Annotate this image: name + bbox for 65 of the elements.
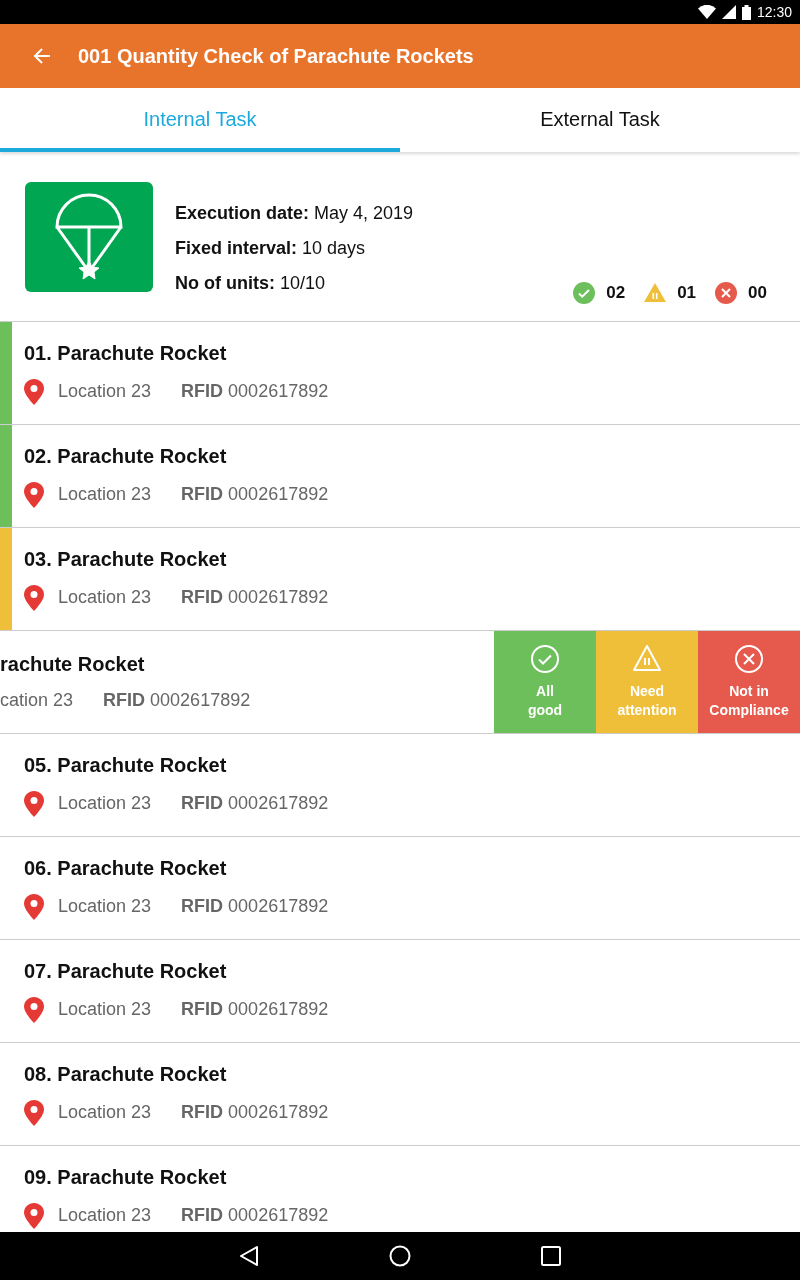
item-title: 01. Parachute Rocket (24, 341, 228, 365)
swipe-action-button[interactable]: Not in Compliance (698, 631, 800, 733)
list-row[interactable]: rachute Rocket cation 23 RFID 0002617892 All good Need attention Not in Compliance (0, 631, 800, 734)
item-location: Location 23 (58, 1102, 152, 1123)
location-pin-icon (24, 584, 44, 611)
item-location: Location 23 (58, 999, 152, 1020)
item-title: 03. Parachute Rocket (24, 547, 228, 571)
battery-icon (741, 4, 751, 20)
status-count: 01 (677, 283, 697, 303)
check-circle-icon (572, 281, 597, 305)
item-rfid: RFID 0002617892 (181, 999, 329, 1020)
item-rfid: RFID 0002617892 (181, 1205, 329, 1226)
list-row[interactable]: 05. Parachute Rocket Location 23 RFID 0002617892 (0, 734, 800, 837)
list-row[interactable]: 06. Parachute Rocket Location 23 RFID 0002617892 (0, 837, 800, 940)
back-arrow-icon (33, 47, 51, 65)
list-row[interactable]: 01. Parachute Rocket Location 23 RFID 0002617892 (0, 322, 800, 425)
list-row[interactable]: 08. Parachute Rocket Location 23 RFID 0002617892 (0, 1043, 800, 1146)
item-title: 09. Parachute Rocket (24, 1165, 228, 1189)
item-location: cation 23 (0, 690, 74, 711)
location-pin-icon (24, 996, 44, 1023)
tab[interactable]: External Task (400, 88, 800, 152)
item-location: Location 23 (58, 896, 152, 917)
item-location: Location 23 (58, 484, 152, 505)
wifi-icon (697, 5, 716, 19)
item-rfid: RFID 0002617892 (181, 896, 329, 917)
recents-nav-icon[interactable] (541, 1246, 561, 1266)
item-rfid: RFID 0002617892 (103, 690, 251, 711)
status-count: 02 (606, 283, 626, 303)
status-time: 12:30 (756, 4, 792, 20)
home-nav-icon[interactable] (389, 1245, 411, 1267)
item-rfid: RFID 0002617892 (181, 1102, 329, 1123)
close-circle-icon (734, 644, 764, 674)
location-pin-icon (24, 481, 44, 508)
item-location: Location 23 (58, 381, 152, 402)
item-location: Location 23 (58, 1205, 152, 1226)
item-rfid: RFID 0002617892 (181, 793, 329, 814)
item-location: Location 23 (58, 587, 152, 608)
list-row[interactable]: 02. Parachute Rocket Location 23 RFID 0002617892 (0, 425, 800, 528)
item-title: rachute Rocket (0, 653, 146, 676)
item-rfid: RFID 0002617892 (181, 484, 329, 505)
summary-field: Fixed interval: 10 days (175, 238, 414, 259)
back-nav-icon[interactable] (239, 1245, 259, 1267)
status-count: 00 (748, 283, 767, 303)
summary-field: Execution date: May 4, 2019 (175, 203, 414, 224)
item-rfid: RFID 0002617892 (181, 381, 329, 402)
close-circle-icon (714, 281, 739, 305)
item-location: Location 23 (58, 793, 152, 814)
item-title: 07. Parachute Rocket (24, 959, 228, 983)
warning-icon (643, 281, 668, 305)
warning-icon (632, 644, 662, 674)
location-pin-icon (24, 1099, 44, 1126)
location-pin-icon (24, 893, 44, 920)
item-title: 02. Parachute Rocket (24, 444, 228, 468)
item-title: 06. Parachute Rocket (24, 856, 228, 880)
location-pin-icon (24, 378, 44, 405)
item-rfid: RFID 0002617892 (181, 587, 329, 608)
item-title: 08. Parachute Rocket (24, 1062, 228, 1086)
check-circle-icon (530, 644, 560, 674)
location-pin-icon (24, 790, 44, 817)
signal-icon (721, 5, 736, 19)
item-title: 05. Parachute Rocket (24, 753, 228, 777)
location-pin-icon (24, 1202, 44, 1229)
summary-field: No of units: 10/10 (175, 273, 414, 294)
screen-title: 001 Quantity Check of Parachute Rockets (78, 44, 474, 68)
list-row[interactable]: 07. Parachute Rocket Location 23 RFID 0002617892 (0, 940, 800, 1043)
